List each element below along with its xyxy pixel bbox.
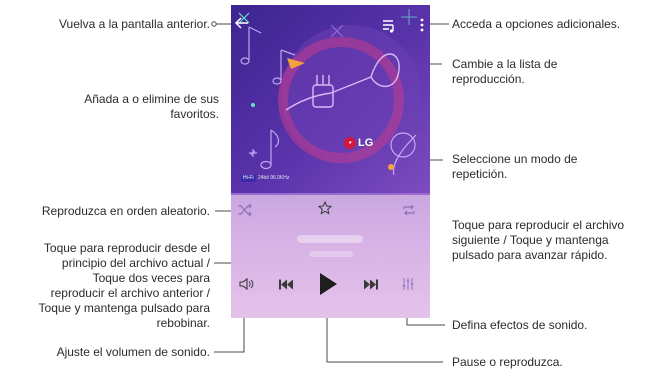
hifi-description: 24bit 96.0KHz: [258, 175, 290, 181]
skip-next-icon[interactable]: [363, 278, 379, 291]
lg-logo-text: LG: [358, 137, 374, 149]
callout-previous-line-4: reproducir el archivo anterior /: [50, 286, 210, 300]
callout-repeat: Seleccione un modo de repetición.: [452, 152, 577, 182]
callout-more-options-text: Acceda a opciones adicionales.: [452, 17, 621, 31]
hifi-badge: Hi-Fi: [241, 175, 256, 182]
callout-previous: Toque para reproducir desde el principio…: [39, 241, 210, 331]
callout-favorites: Añada a o elimine de sus favoritos.: [84, 92, 219, 122]
volume-icon[interactable]: [238, 277, 254, 291]
back-arrow-icon[interactable]: [234, 15, 250, 31]
callout-back: Vuelva a la pantalla anterior.: [59, 17, 210, 32]
callout-shuffle-text: Reproduzca en orden aleatorio.: [41, 204, 210, 218]
equalizer-icon[interactable]: [401, 277, 415, 291]
repeat-icon[interactable]: [401, 203, 417, 217]
callout-effects: Defina efectos de sonido.: [452, 318, 587, 333]
more-vertical-icon[interactable]: [417, 17, 427, 33]
callout-effects-text: Defina efectos de sonido.: [452, 318, 588, 332]
callout-play-pause-text: Pause o reproduzca.: [452, 355, 563, 369]
callout-next-line-2: siguiente / Toque y mantenga: [452, 233, 609, 247]
callout-more-options: Acceda a opciones adicionales.: [452, 17, 620, 32]
callout-volume-text: Ajuste el volumen de sonido.: [56, 345, 210, 359]
track-artist: [309, 251, 353, 257]
album-art: [231, 5, 430, 193]
callout-previous-line-3: Toque dos veces para: [92, 271, 210, 285]
callout-favorites-line-2: favoritos.: [170, 107, 219, 121]
skip-previous-icon[interactable]: [278, 278, 294, 291]
callout-next-line-1: Toque para reproducir el archivo: [452, 218, 625, 232]
callout-previous-line-1: Toque para reproducir desde el: [43, 241, 210, 255]
callout-shuffle: Reproduzca en orden aleatorio.: [42, 204, 210, 219]
callout-next-line-3: pulsado para avanzar rápido.: [452, 248, 608, 262]
callout-repeat-line-1: Seleccione un modo de: [452, 152, 578, 166]
callout-previous-line-6: rebobinar.: [156, 316, 210, 330]
callout-next: Toque para reproducir el archivo siguien…: [452, 218, 624, 263]
callout-playlist-line-2: reproducción.: [452, 72, 525, 86]
callout-volume: Ajuste el volumen de sonido.: [57, 345, 210, 360]
callout-playlist: Cambie a la lista de reproducción.: [452, 57, 557, 87]
play-icon[interactable]: [317, 271, 339, 297]
callout-playlist-line-1: Cambie a la lista de: [452, 57, 558, 71]
callout-previous-line-2: principio del archivo actual /: [61, 256, 210, 270]
callout-repeat-line-2: repetición.: [452, 167, 508, 181]
track-title: [297, 235, 363, 243]
callout-favorites-line-1: Añada a o elimine de sus: [84, 92, 219, 106]
shuffle-icon[interactable]: [237, 203, 253, 217]
music-player-screen: ◕ LG Hi-Fi 24bit 96.0KHz: [231, 5, 430, 318]
lg-logo-mark: ◕: [344, 137, 356, 149]
callout-previous-line-5: Toque y mantenga pulsado para: [38, 301, 210, 315]
star-outline-icon[interactable]: [318, 201, 332, 215]
playlist-icon[interactable]: [381, 17, 397, 33]
callout-back-text: Vuelva a la pantalla anterior.: [59, 17, 210, 31]
callout-play-pause: Pause o reproduzca.: [452, 355, 563, 370]
lg-logo: ◕ LG: [344, 136, 378, 150]
